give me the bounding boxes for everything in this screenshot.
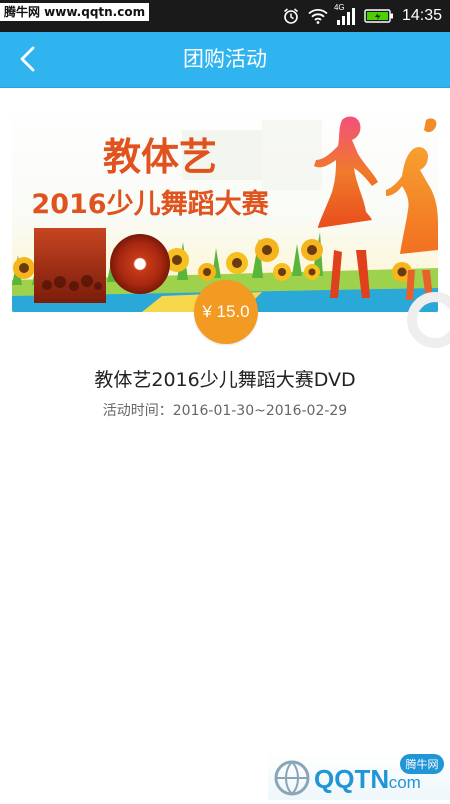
watermark-brand: QQTN [314,764,389,794]
battery-icon [364,8,394,24]
wifi-icon [308,8,328,24]
alarm-icon [282,7,300,25]
page-title: 团购活动 [183,47,267,71]
back-button[interactable] [8,39,48,79]
chevron-left-icon [20,46,35,72]
clock-time: 14:35 [401,7,442,24]
status-bar: 腾牛网 www.qqtn.com 4G 14:35 [0,0,450,32]
app-bar: 团购活动 [0,32,450,88]
event-period: 活动时间：2016-01-30~2016-02-29 [102,403,348,419]
watermark-domain-suffix: .com [384,773,421,792]
signal-icon: 4G [334,3,356,25]
price-badge: ¥ 15.0 [194,280,258,344]
watermark-logo: QQTN .com 腾牛网 [268,752,450,800]
network-type-label: 4G [333,3,345,12]
banner-title-line2: 2016少儿舞蹈大赛 [31,188,269,220]
decorative-ring [407,292,450,348]
product-name[interactable]: 教体艺2016少儿舞蹈大赛DVD [0,365,450,392]
watermark-badge: 腾牛网 [406,757,439,771]
globe-icon [274,760,310,796]
banner-title-line1: 教体艺 [103,135,217,179]
watermark-top: 腾牛网 www.qqtn.com [0,3,150,21]
